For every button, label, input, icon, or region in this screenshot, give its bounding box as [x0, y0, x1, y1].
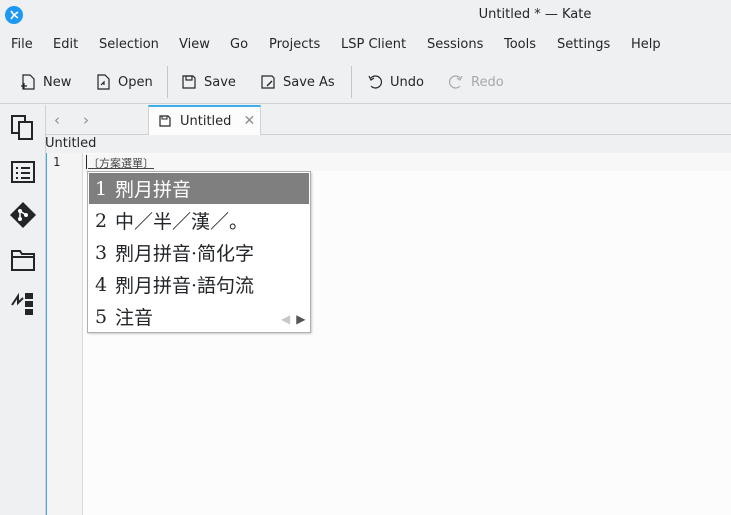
candidate-index: 2	[95, 209, 108, 232]
title-bar: Untitled * — Kate	[0, 0, 731, 31]
candidate-pager: ◀ ▶	[281, 312, 305, 326]
menu-lsp-client[interactable]: LSP Client	[341, 37, 406, 52]
menu-help[interactable]: Help	[631, 37, 661, 52]
menu-edit[interactable]: Edit	[53, 37, 78, 52]
menu-tools[interactable]: Tools	[504, 37, 536, 52]
menu-view[interactable]: View	[179, 37, 210, 52]
projects-icon[interactable]	[9, 289, 37, 317]
menu-go[interactable]: Go	[230, 37, 248, 52]
symbol-list-icon[interactable]	[9, 158, 37, 186]
new-button[interactable]: New	[19, 70, 71, 94]
open-button[interactable]: Open	[94, 70, 153, 94]
line-number: 1	[53, 155, 61, 169]
ime-candidate-popup: 1 𠝹月拼音 2 中／半／漢／。 3 𠝹月拼音·简化字 4 𠝹月拼音·語句流 5…	[87, 171, 311, 333]
kate-app-icon[interactable]	[5, 6, 23, 24]
candidate-index: 5	[95, 305, 108, 328]
chevron-right-icon[interactable]: ›	[83, 111, 89, 129]
undo-icon	[368, 75, 382, 89]
candidate-item[interactable]: 3 𠝹月拼音·简化字	[89, 237, 309, 268]
candidate-item[interactable]: 4 𠝹月拼音·語句流	[89, 269, 309, 300]
menu-bar: File Edit Selection View Go Projects LSP…	[0, 31, 731, 58]
next-page-icon[interactable]: ▶	[296, 312, 305, 326]
window-title: Untitled * — Kate	[478, 7, 592, 22]
candidate-index: 1	[95, 177, 108, 200]
candidate-item[interactable]: 2 中／半／漢／。	[89, 205, 309, 236]
redo-button[interactable]: Redo	[447, 70, 504, 94]
menu-settings[interactable]: Settings	[557, 37, 610, 52]
new-file-icon	[21, 74, 35, 90]
save-button[interactable]: Save	[180, 70, 236, 94]
save-as-icon	[261, 75, 275, 89]
save-as-label: Save As	[283, 74, 335, 90]
main-toolbar: New Open Save Save As Undo Redo	[0, 58, 731, 104]
candidate-text: 中／半／漢／。	[115, 211, 249, 233]
candidate-item[interactable]: 1 𠝹月拼音	[89, 173, 309, 204]
toolbar-separator	[351, 66, 352, 98]
save-state-icon	[159, 115, 171, 127]
chevron-left-icon[interactable]: ‹	[54, 111, 60, 129]
open-label: Open	[118, 74, 153, 90]
save-label: Save	[204, 74, 236, 90]
candidate-text: 𠝹月拼音	[115, 179, 192, 201]
ime-preedit-text: 〔方案選單〕	[88, 157, 154, 170]
filesystem-browser-icon[interactable]	[9, 246, 37, 274]
menu-selection[interactable]: Selection	[99, 37, 159, 52]
open-file-icon	[97, 74, 110, 90]
prev-page-icon[interactable]: ◀	[281, 312, 290, 326]
tab-untitled[interactable]: Untitled ✕	[148, 105, 261, 135]
candidate-index: 4	[95, 273, 108, 296]
text-caret	[86, 155, 87, 169]
new-label: New	[43, 74, 72, 90]
close-icon[interactable]: ✕	[243, 113, 255, 129]
save-icon	[182, 75, 196, 89]
candidate-item[interactable]: 5 注音	[89, 301, 309, 332]
line-number-gutter	[47, 153, 83, 515]
git-icon[interactable]	[9, 201, 37, 229]
candidate-text: 𠝹月拼音·語句流	[115, 275, 255, 297]
toolbar-separator	[167, 66, 168, 98]
redo-label: Redo	[471, 74, 504, 90]
current-line-highlight	[83, 154, 731, 171]
left-sidebar	[0, 105, 46, 515]
tab-bar: ‹ › Untitled ✕	[46, 105, 731, 135]
menu-file[interactable]: File	[11, 37, 33, 52]
menu-projects[interactable]: Projects	[269, 37, 320, 52]
redo-icon	[449, 75, 463, 89]
save-as-button[interactable]: Save As	[259, 70, 335, 94]
undo-label: Undo	[390, 74, 424, 90]
candidate-text: 𠝹月拼音·简化字	[115, 243, 255, 265]
documents-icon[interactable]	[9, 113, 37, 141]
breadcrumb[interactable]: Untitled	[45, 136, 96, 151]
menu-sessions[interactable]: Sessions	[427, 37, 483, 52]
tab-label: Untitled	[180, 113, 232, 129]
undo-button[interactable]: Undo	[366, 70, 424, 94]
candidate-text: 注音	[115, 307, 154, 329]
candidate-index: 3	[95, 241, 108, 264]
